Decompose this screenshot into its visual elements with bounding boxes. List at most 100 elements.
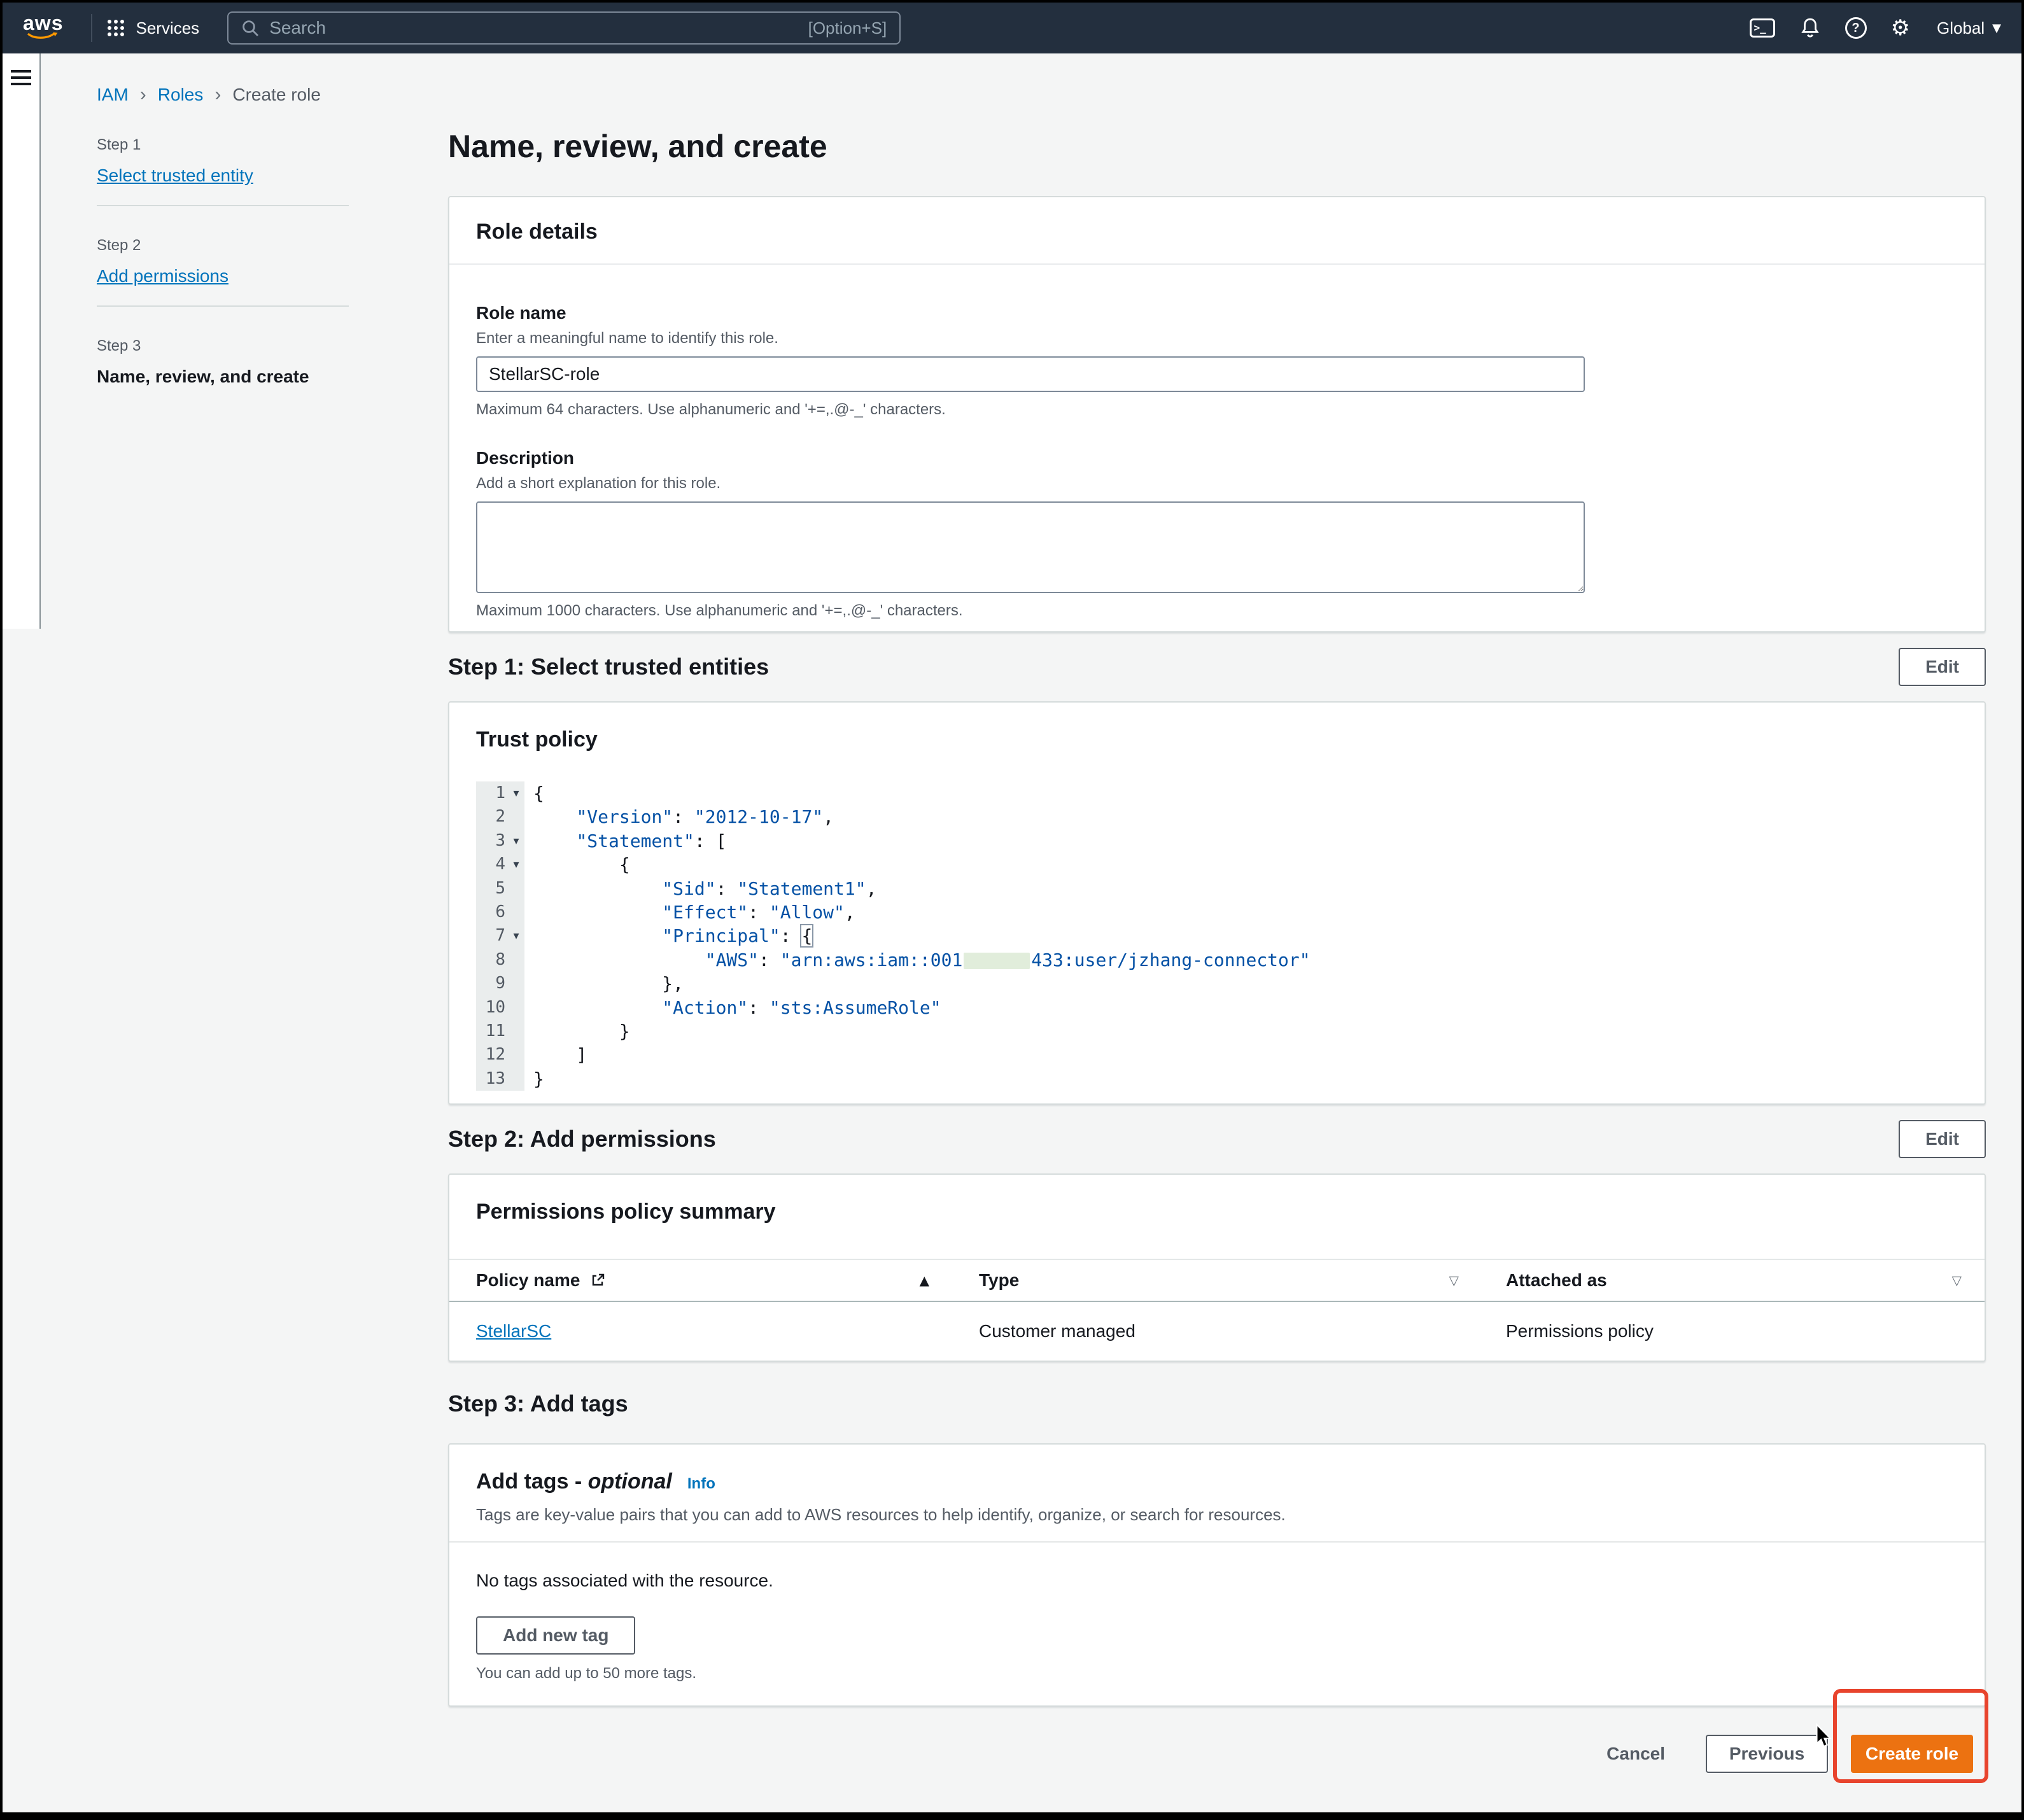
step1-section-title: Step 1: Select trusted entities xyxy=(448,654,769,680)
type-header-label: Type xyxy=(979,1270,1019,1291)
console-search-box[interactable]: [Option+S] xyxy=(227,11,901,45)
breadcrumb-separator-icon: › xyxy=(140,84,146,106)
wizard-footer: Cancel Previous Create role xyxy=(448,1735,1986,1773)
search-icon xyxy=(241,19,259,37)
region-selector[interactable]: Global ▼ xyxy=(1937,18,2001,38)
topbar-divider xyxy=(91,14,92,42)
permissions-table-header: Policy name ▲ Type ▽ Attached as xyxy=(449,1259,1985,1302)
permissions-summary-title: Permissions policy summary xyxy=(476,1198,1958,1226)
step-3-current: Name, review, and create xyxy=(97,365,448,388)
code-punctuation xyxy=(533,949,705,970)
role-name-input[interactable] xyxy=(476,356,1585,392)
step-1-link[interactable]: Select trusted entity xyxy=(97,164,253,187)
left-column: IAM › Roles › Create role Step 1 Select … xyxy=(41,53,448,388)
step3-section-title: Step 3: Add tags xyxy=(448,1390,628,1417)
add-tags-title: Add tags - optional xyxy=(476,1467,672,1495)
add-tags-body: No tags associated with the resource. Ad… xyxy=(449,1543,1985,1705)
code-line: 1▾{ xyxy=(476,781,1958,805)
content-area: IAM › Roles › Create role Step 1 Select … xyxy=(3,53,2021,1812)
code-punctuation xyxy=(533,806,576,827)
services-menu-button[interactable]: Services xyxy=(108,18,199,38)
edit-trusted-entities-button[interactable]: Edit xyxy=(1899,648,1986,686)
previous-button[interactable]: Previous xyxy=(1706,1735,1828,1773)
services-label: Services xyxy=(136,18,199,38)
code-string: "AWS" xyxy=(705,949,759,970)
step-2-block: Step 2 Add permissions xyxy=(97,237,448,288)
code-gutter: 8 xyxy=(476,948,524,972)
aws-logo[interactable]: aws xyxy=(23,14,63,42)
code-string: 433:user/jzhang-connector" xyxy=(1031,949,1310,970)
table-row: StellarSC Customer managed Permissions p… xyxy=(449,1302,1985,1361)
code-line: 2 "Version": "2012-10-17", xyxy=(476,805,1958,829)
column-policy-name[interactable]: Policy name ▲ xyxy=(449,1270,979,1291)
trust-policy-code-editor[interactable]: 1▾{2 "Version": "2012-10-17",3▾ "Stateme… xyxy=(476,781,1958,1091)
description-constraint: Maximum 1000 characters. Use alphanumeri… xyxy=(476,601,1958,621)
cancel-button[interactable]: Cancel xyxy=(1606,1744,1665,1764)
aws-logo-text: aws xyxy=(23,14,63,32)
code-fold-icon[interactable]: ▾ xyxy=(508,853,524,876)
create-role-button[interactable]: Create role xyxy=(1851,1735,1973,1773)
code-line: 3▾ "Statement": [ xyxy=(476,829,1958,853)
code-punctuation: } xyxy=(533,1068,544,1089)
cloudshell-glyph: >_ xyxy=(1750,18,1775,38)
breadcrumb: IAM › Roles › Create role xyxy=(97,84,448,106)
code-gutter: 13 xyxy=(476,1067,524,1091)
code-string: "Sid" xyxy=(662,878,715,899)
mouse-cursor xyxy=(1815,1723,1832,1749)
steps-nav: Step 1 Select trusted entity Step 2 Add … xyxy=(97,136,448,388)
sort-ascending-icon: ▲ xyxy=(920,1273,929,1288)
code-gutter: 9 xyxy=(476,972,524,995)
code-line: 12 ] xyxy=(476,1043,1958,1067)
code-punctuation xyxy=(533,925,662,946)
role-name-hint: Enter a meaningful name to identify this… xyxy=(476,328,1958,349)
policy-link[interactable]: StellarSC xyxy=(476,1321,551,1341)
help-icon[interactable]: ? xyxy=(1845,17,1867,39)
code-punctuation: , xyxy=(845,902,855,923)
code-punctuation: , xyxy=(823,806,834,827)
code-punctuation: : xyxy=(759,949,780,970)
code-punctuation: } xyxy=(533,1021,630,1042)
code-punctuation xyxy=(533,878,662,899)
code-gutter: 2 xyxy=(476,805,524,829)
add-tags-description: Tags are key-value pairs that you can ad… xyxy=(476,1503,1958,1526)
column-type[interactable]: Type ▽ xyxy=(979,1270,1506,1291)
menu-hamburger-icon[interactable] xyxy=(11,70,31,85)
settings-gear-icon[interactable]: ⚙ xyxy=(1891,17,1910,39)
step1-section-header: Step 1: Select trusted entities Edit xyxy=(448,648,1986,686)
cloudshell-icon[interactable]: >_ xyxy=(1750,18,1775,38)
description-textarea[interactable] xyxy=(476,501,1585,593)
code-line: 4▾ { xyxy=(476,853,1958,876)
page-title: Name, review, and create xyxy=(448,125,1986,168)
info-link[interactable]: Info xyxy=(687,1475,715,1493)
notifications-bell-icon[interactable] xyxy=(1799,17,1821,39)
code-fold-icon[interactable]: ▾ xyxy=(508,781,524,805)
add-tags-optional-text: optional xyxy=(588,1469,672,1494)
code-fold-icon[interactable]: ▾ xyxy=(508,829,524,853)
divider xyxy=(97,305,349,307)
column-attached-as[interactable]: Attached as ▽ xyxy=(1506,1270,1985,1291)
breadcrumb-iam-link[interactable]: IAM xyxy=(97,85,129,105)
description-label: Description xyxy=(476,445,1958,471)
search-input[interactable] xyxy=(269,18,798,38)
add-tags-card: Add tags - optional Info Tags are key-va… xyxy=(448,1443,1986,1707)
breadcrumb-roles-link[interactable]: Roles xyxy=(158,85,204,105)
step-2-link[interactable]: Add permissions xyxy=(97,265,228,288)
code-string: "Effect" xyxy=(662,902,748,923)
line-number: 12 xyxy=(476,1043,508,1067)
code-text: "Statement": [ xyxy=(524,829,726,853)
code-text: "Action": "sts:AssumeRole" xyxy=(524,996,941,1019)
code-text: "AWS": "arn:aws:iam::001433:user/jzhang-… xyxy=(524,948,1311,972)
code-punctuation: : xyxy=(780,925,802,946)
code-text: } xyxy=(524,1019,630,1043)
add-new-tag-button[interactable]: Add new tag xyxy=(476,1616,635,1655)
code-fold-placeholder xyxy=(508,948,524,972)
role-name-label: Role name xyxy=(476,300,1958,326)
code-text: "Sid": "Statement1", xyxy=(524,877,876,900)
code-line: 9 }, xyxy=(476,972,1958,995)
edit-permissions-button[interactable]: Edit xyxy=(1899,1120,1986,1158)
code-punctuation xyxy=(533,830,576,851)
topbar-right-group: >_ ? ⚙ Global ▼ xyxy=(1750,17,2001,39)
code-fold-icon[interactable]: ▾ xyxy=(508,924,524,948)
chevron-down-icon: ▼ xyxy=(1992,22,2001,35)
step2-section-header: Step 2: Add permissions Edit xyxy=(448,1120,1986,1158)
